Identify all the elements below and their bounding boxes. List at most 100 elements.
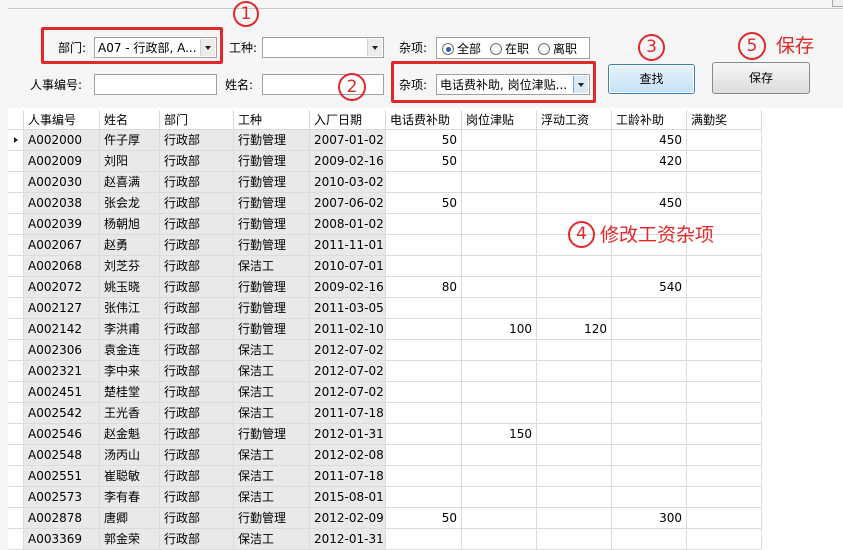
cell-phone-allowance[interactable] <box>386 361 462 382</box>
row-selector[interactable] <box>8 361 24 382</box>
cell-post-allowance[interactable] <box>462 235 537 256</box>
table-row[interactable]: A002142 李洪甫 行政部 行勤管理 2011-02-10 100 120 <box>0 319 762 340</box>
cell-dept[interactable]: 行政部 <box>160 340 234 361</box>
cell-dept[interactable]: 行政部 <box>160 172 234 193</box>
cell-hire-date[interactable]: 2008-01-02 <box>310 214 386 235</box>
cell-phone-allowance[interactable] <box>386 487 462 508</box>
cell-worktype[interactable]: 保洁工 <box>234 487 310 508</box>
cell-seniority-allowance[interactable] <box>612 382 687 403</box>
cell-name[interactable]: 李洪甫 <box>100 319 160 340</box>
cell-dept[interactable]: 行政部 <box>160 214 234 235</box>
col-header-floating-wage[interactable]: 浮动工资 <box>537 110 612 130</box>
cell-emp-id[interactable]: A002039 <box>24 214 100 235</box>
cell-worktype[interactable]: 行勤管理 <box>234 298 310 319</box>
cell-emp-id[interactable]: A002546 <box>24 424 100 445</box>
cell-name[interactable]: 袁金连 <box>100 340 160 361</box>
cell-floating-wage[interactable] <box>537 382 612 403</box>
cell-post-allowance[interactable] <box>462 130 537 151</box>
cell-post-allowance[interactable] <box>462 466 537 487</box>
cell-attendance-bonus[interactable] <box>687 466 762 487</box>
cell-post-allowance[interactable] <box>462 340 537 361</box>
row-selector[interactable] <box>8 277 24 298</box>
cell-phone-allowance[interactable] <box>386 235 462 256</box>
cell-name[interactable]: 刘芝芬 <box>100 256 160 277</box>
cell-attendance-bonus[interactable] <box>687 256 762 277</box>
cell-floating-wage[interactable] <box>537 277 612 298</box>
cell-hire-date[interactable]: 2012-07-02 <box>310 382 386 403</box>
table-row[interactable]: A002068 刘芝芬 行政部 保洁工 2010-07-01 <box>0 256 762 277</box>
cell-dept[interactable]: 行政部 <box>160 361 234 382</box>
cell-name[interactable]: 赵喜满 <box>100 172 160 193</box>
table-row[interactable]: A002548 汤丙山 行政部 保洁工 2012-02-08 <box>0 445 762 466</box>
cell-hire-date[interactable]: 2011-07-18 <box>310 466 386 487</box>
cell-name[interactable]: 张伟江 <box>100 298 160 319</box>
cell-seniority-allowance[interactable] <box>612 319 687 340</box>
cell-dept[interactable]: 行政部 <box>160 256 234 277</box>
cell-phone-allowance[interactable] <box>386 172 462 193</box>
table-row[interactable]: A002030 赵喜满 行政部 行勤管理 2010-03-02 <box>0 172 762 193</box>
cell-post-allowance[interactable] <box>462 151 537 172</box>
cell-worktype[interactable]: 行勤管理 <box>234 508 310 529</box>
table-row[interactable]: A002072 姚玉晓 行政部 行勤管理 2009-02-16 80 540 <box>0 277 762 298</box>
cell-post-allowance[interactable] <box>462 214 537 235</box>
col-header-attendance-bonus[interactable]: 满勤奖 <box>687 110 762 130</box>
cell-seniority-allowance[interactable] <box>612 298 687 319</box>
cell-emp-id[interactable]: A002451 <box>24 382 100 403</box>
cell-floating-wage[interactable] <box>537 193 612 214</box>
table-row[interactable]: A002306 袁金连 行政部 保洁工 2012-07-02 <box>0 340 762 361</box>
save-button[interactable]: 保存 <box>712 62 810 94</box>
col-header-worktype[interactable]: 工种 <box>234 110 310 130</box>
cell-post-allowance[interactable] <box>462 403 537 424</box>
cell-dept[interactable]: 行政部 <box>160 424 234 445</box>
cell-worktype[interactable]: 行勤管理 <box>234 151 310 172</box>
cell-phone-allowance[interactable]: 50 <box>386 508 462 529</box>
cell-attendance-bonus[interactable] <box>687 382 762 403</box>
col-header-seniority-allowance[interactable]: 工龄补助 <box>612 110 687 130</box>
table-row[interactable]: A002009 刘阳 行政部 行勤管理 2009-02-16 50 420 <box>0 151 762 172</box>
row-selector[interactable] <box>8 172 24 193</box>
cell-hire-date[interactable]: 2011-11-01 <box>310 235 386 256</box>
cell-worktype[interactable]: 行勤管理 <box>234 214 310 235</box>
cell-hire-date[interactable]: 2012-02-09 <box>310 508 386 529</box>
cell-emp-id[interactable]: A002542 <box>24 403 100 424</box>
cell-seniority-allowance[interactable]: 450 <box>612 193 687 214</box>
worktype-combo[interactable] <box>262 37 384 58</box>
cell-post-allowance[interactable] <box>462 361 537 382</box>
cell-post-allowance[interactable]: 150 <box>462 424 537 445</box>
cell-hire-date[interactable]: 2007-06-02 <box>310 193 386 214</box>
cell-post-allowance[interactable] <box>462 508 537 529</box>
table-row[interactable]: A002038 张会龙 行政部 行勤管理 2007-06-02 50 450 <box>0 193 762 214</box>
cell-floating-wage[interactable] <box>537 130 612 151</box>
cell-post-allowance[interactable] <box>462 487 537 508</box>
cell-phone-allowance[interactable] <box>386 403 462 424</box>
cell-post-allowance[interactable] <box>462 298 537 319</box>
row-selector[interactable] <box>8 235 24 256</box>
radio-active[interactable]: 在职 <box>490 42 529 56</box>
cell-floating-wage[interactable] <box>537 151 612 172</box>
cell-name[interactable]: 仵子厚 <box>100 130 160 151</box>
row-selector[interactable] <box>8 487 24 508</box>
cell-hire-date[interactable]: 2012-02-08 <box>310 445 386 466</box>
cell-emp-id[interactable]: A002142 <box>24 319 100 340</box>
cell-seniority-allowance[interactable] <box>612 256 687 277</box>
col-header-dept[interactable]: 部门 <box>160 110 234 130</box>
cell-phone-allowance[interactable]: 50 <box>386 151 462 172</box>
cell-attendance-bonus[interactable] <box>687 298 762 319</box>
cell-phone-allowance[interactable] <box>386 424 462 445</box>
cell-emp-id[interactable]: A002072 <box>24 277 100 298</box>
table-row[interactable]: A002551 崔聪敏 行政部 保洁工 2011-07-18 <box>0 466 762 487</box>
cell-emp-id[interactable]: A002548 <box>24 445 100 466</box>
table-row[interactable]: A002127 张伟江 行政部 行勤管理 2011-03-05 <box>0 298 762 319</box>
cell-emp-id[interactable]: A002068 <box>24 256 100 277</box>
cell-hire-date[interactable]: 2010-07-01 <box>310 256 386 277</box>
cell-post-allowance[interactable]: 100 <box>462 319 537 340</box>
cell-phone-allowance[interactable] <box>386 445 462 466</box>
cell-name[interactable]: 郭金荣 <box>100 529 160 550</box>
cell-phone-allowance[interactable] <box>386 256 462 277</box>
cell-worktype[interactable]: 行勤管理 <box>234 172 310 193</box>
cell-dept[interactable]: 行政部 <box>160 529 234 550</box>
row-selector[interactable] <box>8 214 24 235</box>
col-header-hire-date[interactable]: 入厂日期 <box>310 110 386 130</box>
corner-button[interactable] <box>832 0 843 7</box>
cell-attendance-bonus[interactable] <box>687 172 762 193</box>
